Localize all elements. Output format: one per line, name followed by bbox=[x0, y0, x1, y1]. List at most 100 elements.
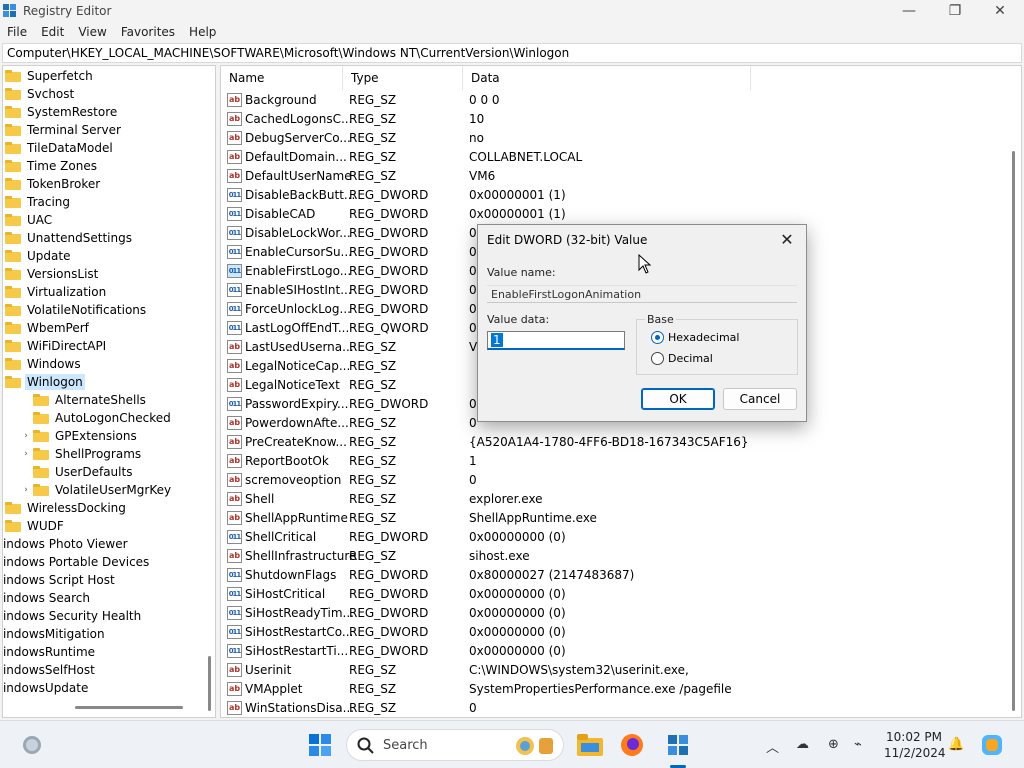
chevron-right-icon[interactable]: › bbox=[21, 431, 31, 441]
tree-item[interactable]: TokenBroker bbox=[5, 175, 102, 193]
value-row[interactable]: 011 SiHostCritical REG_DWORD 0x00000000 (0) bbox=[221, 585, 1001, 604]
registry-tree[interactable]: Superfetch Svchost SystemRestore Terminal S… bbox=[2, 65, 216, 718]
tree-item[interactable]: AlternateShells bbox=[21, 391, 148, 409]
value-row[interactable]: ab ShellInfrastructure REG_SZ sihost.exe bbox=[221, 547, 1001, 566]
value-row[interactable]: ab DefaultDomain... REG_SZ COLLABNET.LOCAL bbox=[221, 148, 1001, 167]
language-icon[interactable]: ⊕ bbox=[828, 737, 839, 752]
value-row[interactable]: ab WinStationsDisa... REG_SZ 0 bbox=[221, 699, 1001, 717]
hexadecimal-radio[interactable]: Hexadecimal bbox=[651, 331, 739, 344]
taskbar-clock[interactable]: 10:02 PM 11/2/2024 bbox=[884, 729, 946, 761]
tree-item[interactable]: VolatileNotifications bbox=[5, 301, 148, 319]
tree-item[interactable]: › ShellPrograms bbox=[21, 445, 143, 463]
tree-item[interactable]: Virtualization bbox=[5, 283, 108, 301]
chevron-up-icon[interactable]: ︿ bbox=[766, 737, 779, 756]
value-row[interactable]: ab scremoveoption REG_SZ 0 bbox=[221, 471, 1001, 490]
value-data-input[interactable]: 1 bbox=[487, 331, 625, 350]
tree-item[interactable]: Update bbox=[5, 247, 72, 265]
tree-item[interactable]: Winlogon bbox=[5, 373, 85, 391]
value-row[interactable]: 011 ShellCritical REG_DWORD 0x00000000 (0) bbox=[221, 528, 1001, 547]
tree-item[interactable]: VindowsUpdate bbox=[3, 679, 90, 697]
tree-vertical-scrollbar[interactable] bbox=[208, 656, 211, 711]
ok-button[interactable]: OK bbox=[641, 388, 715, 410]
value-row[interactable]: ab DebugServerCo... REG_SZ no bbox=[221, 129, 1001, 148]
value-row[interactable]: ab ShellAppRuntime REG_SZ ShellAppRuntime.e… bbox=[221, 509, 1001, 528]
value-row[interactable]: 011 SiHostRestartCo... REG_DWORD 0x00000000… bbox=[221, 623, 1001, 642]
tree-item-label: VindowsSelfHost bbox=[2, 663, 95, 677]
start-icon[interactable] bbox=[306, 731, 334, 759]
value-row[interactable]: 011 SiHostRestartTi... REG_DWORD 0x00000000… bbox=[221, 642, 1001, 661]
tree-item[interactable]: WiFiDirectAPI bbox=[5, 337, 108, 355]
registry-editor-taskbar-icon[interactable] bbox=[664, 731, 692, 759]
tree-item[interactable]: WbemPerf bbox=[5, 319, 91, 337]
close-window-button[interactable]: ✕ bbox=[977, 0, 1023, 22]
notification-bell-icon[interactable]: 🔔 bbox=[948, 737, 964, 752]
file-explorer-icon[interactable] bbox=[576, 731, 604, 759]
decimal-radio[interactable]: Decimal bbox=[651, 352, 713, 365]
tree-item[interactable]: Vindows Search bbox=[3, 589, 92, 607]
tree-item[interactable]: Vindows Photo Viewer bbox=[3, 535, 130, 553]
value-row[interactable]: 011 DisableCAD REG_DWORD 0x00000001 (1) bbox=[221, 205, 1001, 224]
tree-item[interactable]: WUDF bbox=[5, 517, 66, 535]
value-name: VMApplet bbox=[245, 682, 303, 696]
value-row[interactable]: ab Userinit REG_SZ C:\WINDOWS\system32\user… bbox=[221, 661, 1001, 680]
tree-item[interactable]: AutoLogonChecked bbox=[21, 409, 173, 427]
cancel-button[interactable]: Cancel bbox=[723, 388, 797, 410]
chevron-right-icon[interactable]: › bbox=[21, 485, 31, 495]
column-header-data[interactable]: Data bbox=[463, 66, 751, 90]
tree-horizontal-scrollbar[interactable] bbox=[75, 706, 183, 709]
dialog-close-button[interactable]: ✕ bbox=[774, 229, 800, 251]
tree-item[interactable]: WirelessDocking bbox=[5, 499, 128, 517]
tree-item[interactable]: Terminal Server bbox=[5, 121, 123, 139]
value-row[interactable]: ab CachedLogonsC... REG_SZ 10 bbox=[221, 110, 1001, 129]
value-row[interactable]: ab DefaultUserName REG_SZ VM6 bbox=[221, 167, 1001, 186]
tree-item[interactable]: VersionsList bbox=[5, 265, 100, 283]
tree-item[interactable]: Vindows Portable Devices bbox=[3, 553, 151, 571]
tree-item[interactable]: Windows bbox=[5, 355, 83, 373]
value-row[interactable]: 011 DisableBackButt... REG_DWORD 0x00000001… bbox=[221, 186, 1001, 205]
values-scrollbar[interactable] bbox=[1012, 151, 1015, 711]
value-name: SiHostRestartTi... bbox=[245, 644, 349, 658]
tree-item[interactable]: › GPExtensions bbox=[21, 427, 139, 445]
tree-item[interactable]: UnattendSettings bbox=[5, 229, 134, 247]
address-bar[interactable]: Computer\HKEY_LOCAL_MACHINE\SOFTWARE\Mic… bbox=[2, 43, 1022, 63]
minimize-button[interactable]: — bbox=[886, 0, 932, 22]
tree-item[interactable]: Svchost bbox=[5, 85, 76, 103]
value-data: explorer.exe bbox=[469, 492, 543, 506]
tree-item[interactable]: SystemRestore bbox=[5, 103, 119, 121]
value-row[interactable]: ab Background REG_SZ 0 0 0 bbox=[221, 91, 1001, 110]
menu-help[interactable]: Help bbox=[182, 22, 223, 42]
tree-item[interactable]: Superfetch bbox=[5, 67, 95, 85]
tree-item[interactable]: VindowsMitigation bbox=[3, 625, 107, 643]
copilot-icon[interactable] bbox=[978, 731, 1006, 759]
value-row[interactable]: ab Shell REG_SZ explorer.exe bbox=[221, 490, 1001, 509]
tree-item[interactable]: Time Zones bbox=[5, 157, 99, 175]
column-header-type[interactable]: Type bbox=[343, 66, 463, 90]
value-type: REG_SZ bbox=[349, 169, 397, 183]
value-row[interactable]: ab PreCreateKnow... REG_SZ {A520A1A4-1780-4… bbox=[221, 433, 1001, 452]
column-header-name[interactable]: Name bbox=[221, 66, 343, 90]
firefox-icon[interactable] bbox=[618, 731, 646, 759]
tree-item[interactable]: Tracing bbox=[5, 193, 72, 211]
tree-item[interactable]: › VolatileUserMgrKey bbox=[21, 481, 173, 499]
value-row[interactable]: ab ReportBootOk REG_SZ 1 bbox=[221, 452, 1001, 471]
chevron-right-icon[interactable]: › bbox=[21, 449, 31, 459]
value-row[interactable]: 011 SiHostReadyTim... REG_DWORD 0x00000000 … bbox=[221, 604, 1001, 623]
tree-item[interactable]: TileDataModel bbox=[5, 139, 115, 157]
tree-item[interactable]: UAC bbox=[5, 211, 54, 229]
value-row[interactable]: 011 ShutdownFlags REG_DWORD 0x80000027 (214… bbox=[221, 566, 1001, 585]
menu-favorites[interactable]: Favorites bbox=[114, 22, 182, 42]
menu-view[interactable]: View bbox=[71, 22, 113, 42]
network-icon[interactable]: ⌁ bbox=[854, 737, 862, 752]
value-row[interactable]: ab VMApplet REG_SZ SystemPropertiesPerforma… bbox=[221, 680, 1001, 699]
tree-item[interactable]: Vindows Security Health bbox=[3, 607, 143, 625]
menu-edit[interactable]: Edit bbox=[34, 22, 71, 42]
tree-item[interactable]: VindowsSelfHost bbox=[2, 661, 97, 679]
tree-item[interactable]: Vindows Script Host bbox=[3, 571, 117, 589]
menu-file[interactable]: File bbox=[0, 22, 34, 42]
widgets-icon[interactable] bbox=[18, 731, 46, 759]
taskbar-search[interactable]: Search bbox=[346, 729, 564, 761]
maximize-button[interactable]: ❐ bbox=[932, 0, 978, 22]
tree-item[interactable]: VindowsRuntime bbox=[3, 643, 97, 661]
tree-item[interactable]: UserDefaults bbox=[21, 463, 134, 481]
cloud-offline-icon[interactable]: ☁ bbox=[796, 737, 809, 752]
